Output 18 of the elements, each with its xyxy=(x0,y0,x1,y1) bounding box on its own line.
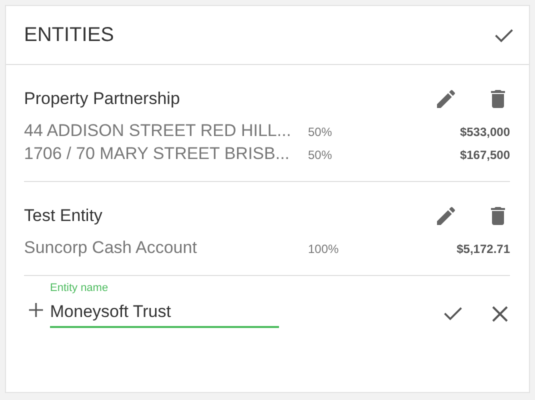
holding-share: 100% xyxy=(308,242,340,256)
holding-amount: $533,000 xyxy=(460,125,510,139)
close-icon[interactable] xyxy=(490,304,510,324)
holding-amount: $5,172.71 xyxy=(456,242,510,256)
panel-title: ENTITIES xyxy=(24,24,114,46)
holding-share: 50% xyxy=(308,125,334,139)
entity-name-field[interactable]: Moneysoft Trust xyxy=(50,302,279,328)
add-icon[interactable] xyxy=(28,302,44,318)
edit-icon[interactable] xyxy=(434,204,458,228)
holding-amount: $167,500 xyxy=(460,148,510,162)
holding-description: Suncorp Cash Account xyxy=(24,238,198,258)
entity-name: Test Entity xyxy=(24,206,104,226)
field-label: Entity name xyxy=(50,282,110,294)
edit-icon[interactable] xyxy=(434,87,458,111)
holding-share: 50% xyxy=(308,148,334,162)
holding-description: 1706 / 70 MARY STREET BRISB... xyxy=(24,144,291,164)
entity-name: Property Partnership xyxy=(24,89,181,109)
holding-description: 44 ADDISON STREET RED HILL... xyxy=(24,121,292,141)
